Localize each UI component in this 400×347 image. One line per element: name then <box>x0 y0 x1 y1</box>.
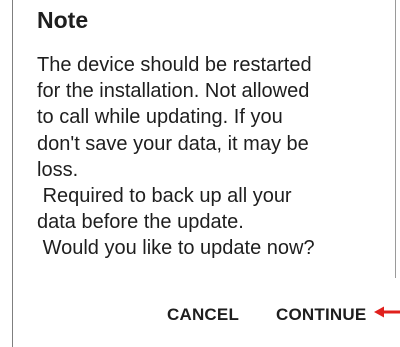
cancel-button[interactable]: CANCEL <box>167 298 239 332</box>
red-arrow-pointer-icon <box>374 306 400 318</box>
update-dialog: Note The device should be restarted for … <box>13 0 395 347</box>
screen: Note The device should be restarted for … <box>0 0 400 347</box>
dialog-message: The device should be restarted for the i… <box>37 54 315 260</box>
dialog-right-border <box>395 0 396 278</box>
continue-button[interactable]: CONTINUE <box>276 298 366 332</box>
dialog-actions: CANCEL CONTINUE <box>13 298 395 332</box>
dialog-title: Note <box>37 7 89 33</box>
